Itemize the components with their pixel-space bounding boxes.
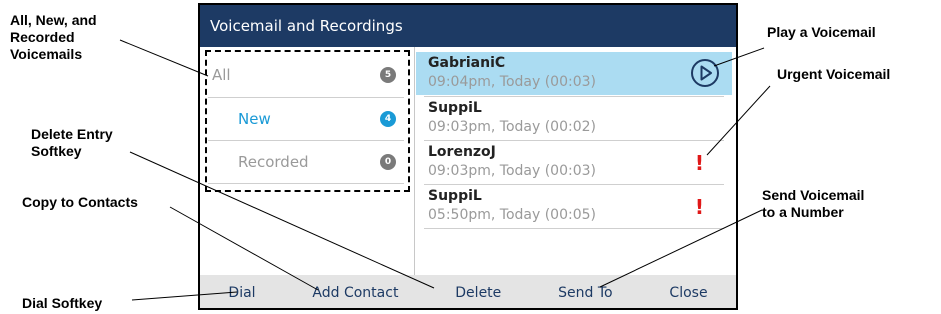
leader-line-dial bbox=[131, 291, 238, 301]
leader-line-send bbox=[599, 209, 763, 288]
leader-line-copy-contacts bbox=[169, 206, 319, 291]
leader-line-delete bbox=[129, 151, 435, 289]
callout-leader-lines bbox=[119, 39, 771, 301]
leader-line-play bbox=[713, 47, 765, 67]
leader-line-filters bbox=[119, 39, 209, 77]
leader-line-urgent bbox=[706, 85, 771, 156]
